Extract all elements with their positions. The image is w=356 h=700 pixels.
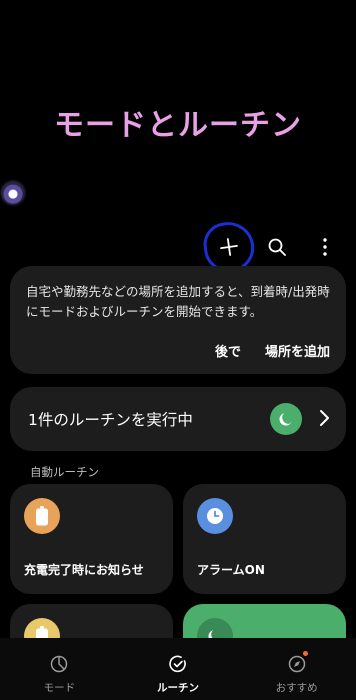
- clock-icon: [207, 508, 223, 524]
- more-vert-icon: [323, 238, 327, 256]
- routine-label: 充電完了時にお知らせ: [24, 563, 144, 577]
- routines-icon: [168, 654, 188, 674]
- routine-icon-badge: [24, 498, 60, 534]
- add-place-message: 自宅や勤務先などの場所を追加すると、到着時/出発時にモードおよびルーチンを開始で…: [26, 284, 330, 319]
- discover-icon: [287, 654, 307, 674]
- routine-icon-badge: [197, 498, 233, 534]
- more-options-button[interactable]: [308, 232, 342, 262]
- plus-icon: [220, 238, 238, 256]
- floating-assistant-bubble[interactable]: [2, 182, 24, 204]
- nav-tab-routines[interactable]: ルーチン: [119, 638, 238, 700]
- routine-label: アラームON: [197, 563, 265, 577]
- nav-tab-modes[interactable]: モード: [0, 638, 119, 700]
- nav-label: おすすめ: [275, 682, 318, 694]
- search-icon: [268, 238, 286, 256]
- chevron-right-icon: [320, 410, 329, 426]
- modes-icon: [49, 654, 69, 674]
- nav-label: モード: [43, 682, 76, 694]
- moon-icon: [279, 413, 292, 426]
- nav-label: ルーチン: [157, 682, 199, 694]
- page-title: モードとルーチン: [54, 108, 302, 143]
- running-routines-label: 1件のルーチンを実行中: [28, 411, 193, 429]
- bottom-navigation: モード ルーチン おすすめ: [0, 638, 356, 700]
- running-routine-badge: [270, 403, 302, 435]
- routine-tile-charge-complete[interactable]: 充電完了時にお知らせ: [10, 484, 173, 594]
- nav-tab-discover[interactable]: おすすめ: [237, 638, 356, 700]
- routine-tile-alarm-on[interactable]: アラームON: [183, 484, 346, 594]
- auto-routines-heading: 自動ルーチン: [30, 465, 99, 479]
- add-place-button[interactable]: 場所を追加: [265, 341, 330, 360]
- running-routines-card[interactable]: 1件のルーチンを実行中: [10, 387, 346, 451]
- toolbar: [200, 218, 342, 276]
- add-place-card: 自宅や勤務先などの場所を追加すると、到着時/出発時にモードおよびルーチンを開始で…: [10, 266, 346, 374]
- notification-dot: [303, 651, 309, 656]
- later-button[interactable]: 後で: [215, 341, 241, 360]
- battery-icon: [36, 506, 48, 526]
- search-button[interactable]: [260, 232, 294, 262]
